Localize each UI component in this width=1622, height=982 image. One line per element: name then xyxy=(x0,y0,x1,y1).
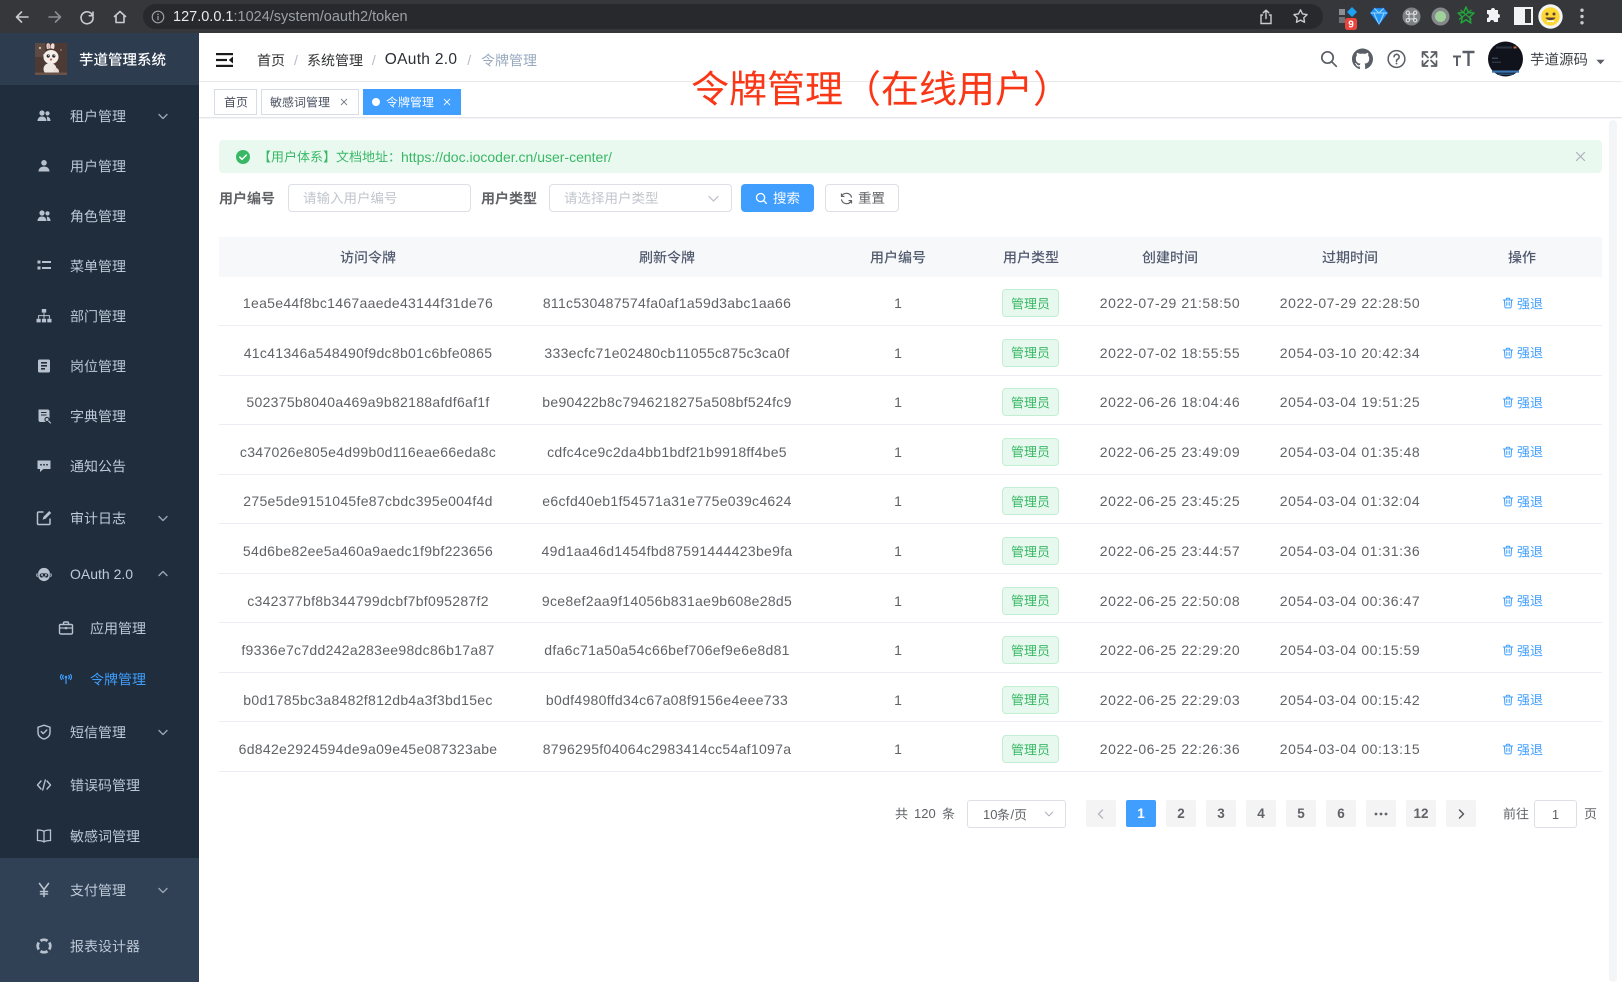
svg-text:9: 9 xyxy=(1348,20,1354,31)
